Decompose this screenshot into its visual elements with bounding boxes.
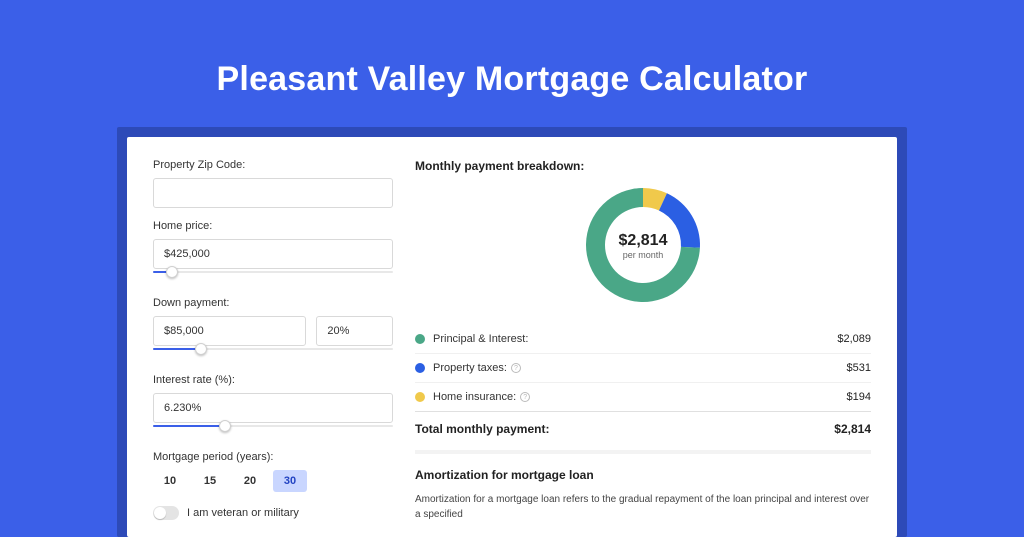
veteran-toggle[interactable] (153, 506, 179, 520)
legend-value: $531 (847, 362, 871, 374)
svg-text:per month: per month (623, 250, 664, 260)
period-label: Mortgage period (years): (153, 451, 393, 463)
page-title: Pleasant Valley Mortgage Calculator (217, 60, 808, 99)
legend-swatch-icon (415, 392, 425, 402)
down-field: Down payment: (153, 297, 393, 356)
zip-label: Property Zip Code: (153, 159, 393, 171)
legend-row: Property taxes:?$531 (415, 354, 871, 383)
veteran-label: I am veteran or military (187, 507, 299, 519)
total-row: Total monthly payment: $2,814 (415, 411, 871, 450)
legend-row: Principal & Interest:$2,089 (415, 325, 871, 354)
form-column: Property Zip Code: Home price: Down paym… (153, 159, 393, 537)
legend-label: Property taxes:? (433, 362, 847, 374)
legend-swatch-icon (415, 363, 425, 373)
legend-row: Home insurance:?$194 (415, 383, 871, 411)
legend-value: $194 (847, 391, 871, 403)
legend-value: $2,089 (837, 333, 871, 345)
price-input[interactable] (153, 239, 393, 269)
rate-label: Interest rate (%): (153, 374, 393, 386)
info-icon[interactable]: ? (511, 363, 521, 373)
period-button-15[interactable]: 15 (193, 470, 227, 492)
price-label: Home price: (153, 220, 393, 232)
info-icon[interactable]: ? (520, 392, 530, 402)
period-button-10[interactable]: 10 (153, 470, 187, 492)
rate-field: Interest rate (%): (153, 374, 393, 433)
period-button-20[interactable]: 20 (233, 470, 267, 492)
down-amount-input[interactable] (153, 316, 306, 346)
period-field: Mortgage period (years): 10 15 20 30 (153, 451, 393, 492)
svg-text:$2,814: $2,814 (619, 232, 668, 249)
down-label: Down payment: (153, 297, 393, 309)
calculator-card: Property Zip Code: Home price: Down paym… (127, 137, 897, 537)
period-button-30[interactable]: 30 (273, 470, 307, 492)
legend-label: Principal & Interest: (433, 333, 837, 345)
breakdown-title: Monthly payment breakdown: (415, 159, 871, 173)
amortization-section: Amortization for mortgage loan Amortizat… (415, 450, 871, 522)
amortization-text: Amortization for a mortgage loan refers … (415, 492, 871, 522)
price-field: Home price: (153, 220, 393, 279)
total-label: Total monthly payment: (415, 422, 834, 436)
rate-input[interactable] (153, 393, 393, 423)
zip-field: Property Zip Code: (153, 159, 393, 208)
price-slider[interactable] (153, 273, 393, 279)
amortization-title: Amortization for mortgage loan (415, 468, 871, 482)
down-slider[interactable] (153, 350, 393, 356)
veteran-row: I am veteran or military (153, 506, 393, 520)
zip-input[interactable] (153, 178, 393, 208)
legend-label: Home insurance:? (433, 391, 847, 403)
breakdown-column: Monthly payment breakdown: $2,814per mon… (415, 159, 871, 537)
legend-swatch-icon (415, 334, 425, 344)
down-percent-input[interactable] (316, 316, 393, 346)
donut-chart: $2,814per month (415, 183, 871, 307)
card-shadow: Property Zip Code: Home price: Down paym… (117, 127, 907, 537)
total-value: $2,814 (834, 422, 871, 436)
rate-slider[interactable] (153, 427, 393, 433)
